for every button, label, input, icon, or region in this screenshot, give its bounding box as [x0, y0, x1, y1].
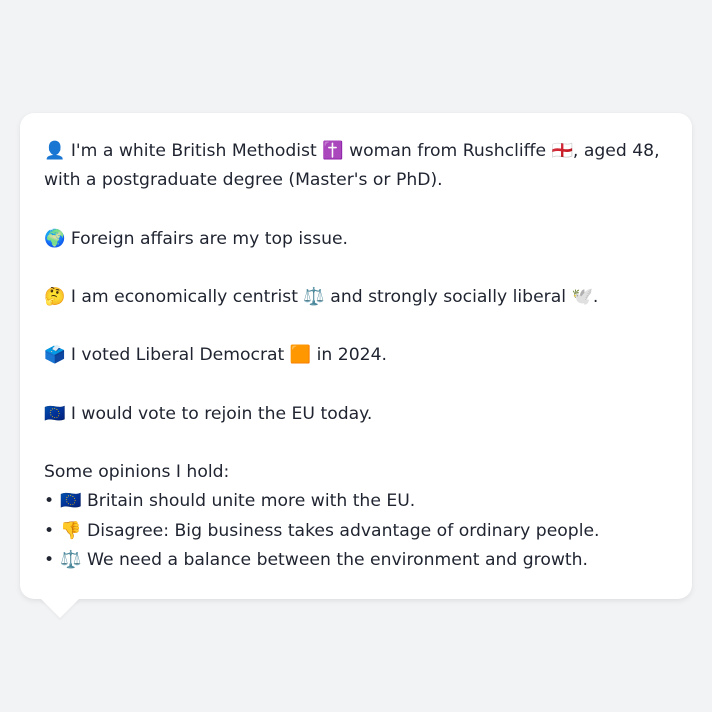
message-bubble: 👤 I'm a white British Methodist ✝️ woman… — [20, 113, 692, 599]
opinion-item: ⚖️ We need a balance between the environ… — [44, 546, 672, 575]
vote-text: 🗳️ I voted Liberal Democrat 🟧 in 2024. — [44, 345, 387, 366]
eu-text: 🇪🇺 I would vote to rejoin the EU today. — [44, 403, 373, 424]
opinion-item: 👎 Disagree: Big business takes advantage… — [44, 517, 672, 546]
bubble-tail — [40, 598, 80, 618]
opinion-item: 🇪🇺 Britain should unite more with the EU… — [44, 487, 672, 516]
opinions-heading: Some opinions I hold: — [44, 462, 230, 483]
opinions-list: 🇪🇺 Britain should unite more with the EU… — [44, 487, 672, 575]
top-issue-text: 🌍 Foreign affairs are my top issue. — [44, 228, 349, 249]
intro-text: 👤 I'm a white British Methodist ✝️ woman… — [44, 141, 660, 191]
ideology-text: 🤔 I am economically centrist ⚖️ and stro… — [44, 286, 599, 307]
